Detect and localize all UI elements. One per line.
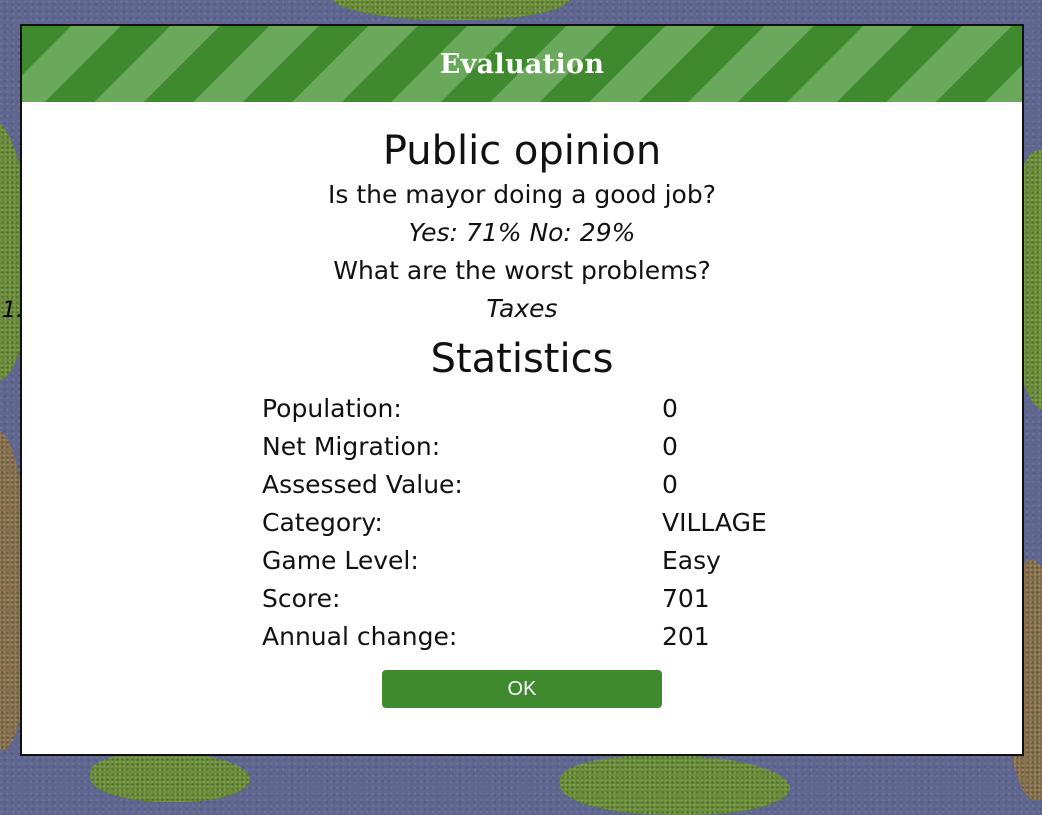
dialog-content: Public opinion Is the mayor doing a good… (22, 126, 1022, 708)
stat-label: Net Migration: (262, 432, 441, 461)
stat-row-net-migration: Net Migration: 0 (262, 428, 822, 466)
dialog-title: Evaluation (439, 48, 605, 80)
stat-value: 0 (662, 432, 678, 461)
statistics-table: Population: 0 Net Migration: 0 Assessed … (262, 390, 822, 656)
stat-value: Easy (662, 546, 721, 575)
public-opinion-heading: Public opinion (382, 128, 662, 174)
stat-label: Population: (262, 394, 402, 423)
stat-row-score: Score: 701 (262, 580, 822, 618)
stat-row-category: Category: VILLAGE (262, 504, 822, 542)
stat-value: 201 (662, 622, 710, 651)
stat-row-game-level: Game Level: Easy (262, 542, 822, 580)
worst-problem: Taxes (486, 294, 558, 323)
problems-question: What are the worst problems? (333, 256, 711, 285)
evaluation-dialog: Evaluation Public opinion Is the mayor d… (20, 24, 1024, 756)
stat-row-annual-change: Annual change: 201 (262, 618, 822, 656)
map-land (90, 752, 250, 802)
stat-label: Score: (262, 584, 341, 613)
stat-value: 0 (662, 394, 678, 423)
stat-row-population: Population: 0 (262, 390, 822, 428)
mayor-question: Is the mayor doing a good job? (327, 180, 716, 209)
stat-row-assessed-value: Assessed Value: 0 (262, 466, 822, 504)
dialog-header: Evaluation (22, 26, 1022, 102)
stat-value: 0 (662, 470, 678, 499)
mayor-approval: Yes: 71% No: 29% (408, 218, 636, 247)
ok-button[interactable]: OK (382, 670, 662, 708)
stat-label: Category: (262, 508, 383, 537)
stat-value: VILLAGE (662, 508, 767, 537)
map-land (560, 755, 790, 815)
statistics-heading: Statistics (430, 336, 614, 382)
stat-label: Game Level: (262, 546, 419, 575)
stat-value: 701 (662, 584, 710, 613)
stat-label: Assessed Value: (262, 470, 463, 499)
stat-label: Annual change: (262, 622, 458, 651)
map-land (330, 0, 570, 20)
